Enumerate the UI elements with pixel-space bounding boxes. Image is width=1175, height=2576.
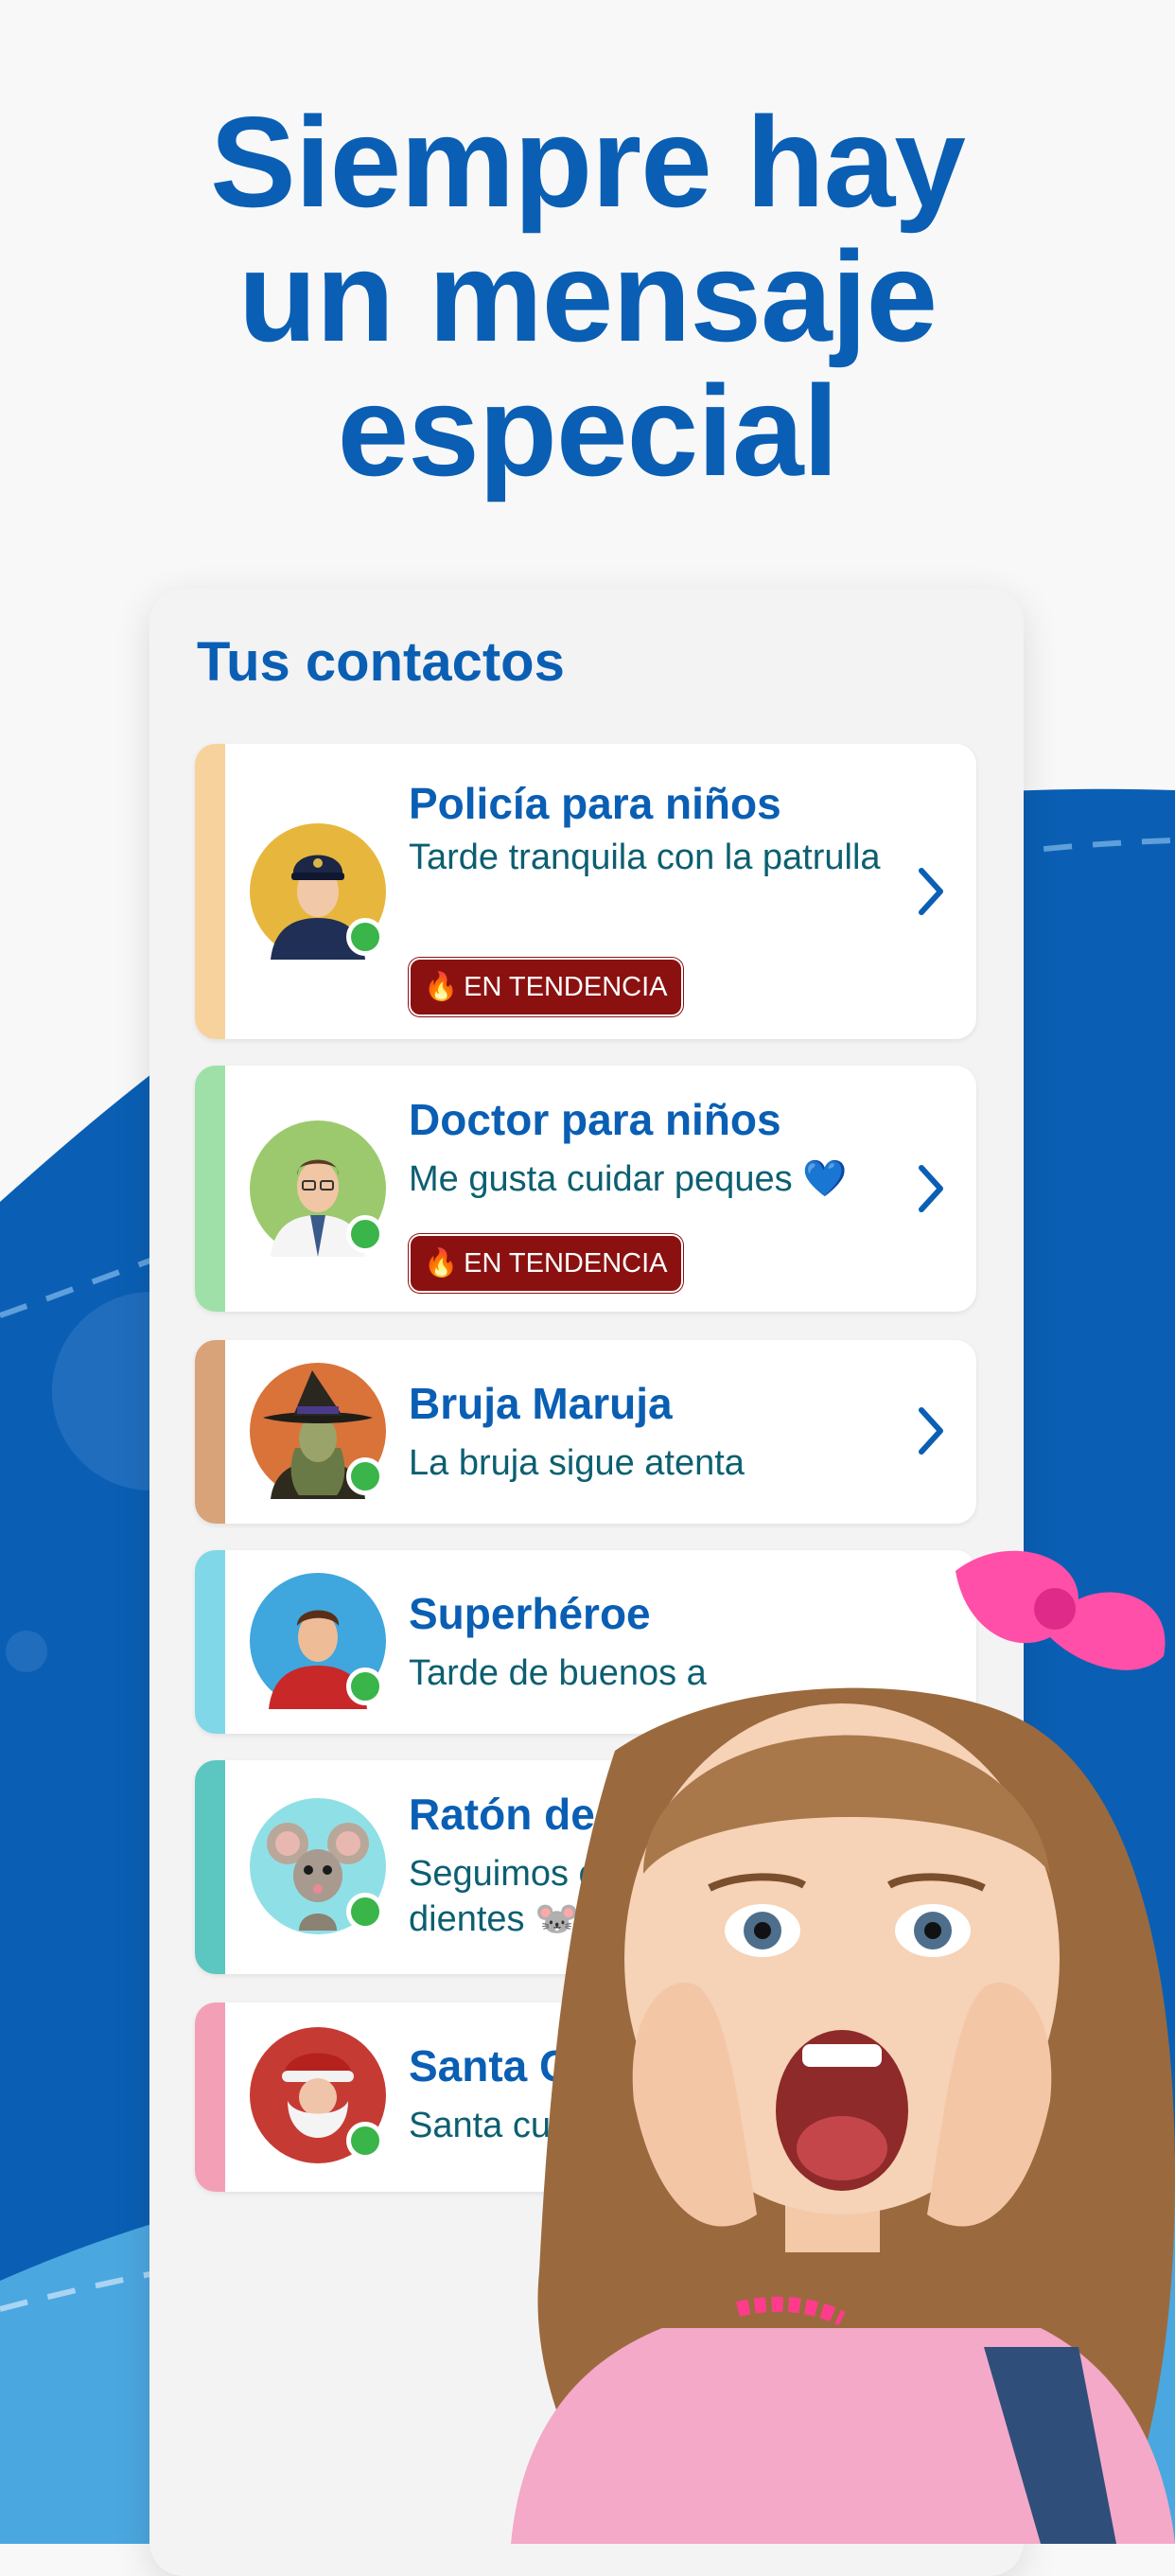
- fire-icon: 🔥: [424, 972, 459, 1002]
- contact-message: Me gusta cuidar peques 💙: [409, 1159, 848, 1199]
- badge-label: EN TENDENCIA: [464, 1248, 668, 1279]
- mouse-avatar: [250, 1798, 386, 1934]
- online-status-dot: [346, 2122, 384, 2160]
- contact-item-doctor[interactable]: Doctor para niños Me gusta cuidar peques…: [195, 1066, 976, 1312]
- online-status-dot: [346, 1215, 384, 1253]
- contact-accent-stripe: [195, 1760, 225, 1974]
- fire-icon: 🔥: [424, 1248, 459, 1279]
- online-status-dot: [346, 1457, 384, 1495]
- headline: Siempre hay un mensaje especial: [0, 95, 1175, 498]
- contact-item-witch[interactable]: Bruja Maruja La bruja sigue atenta: [195, 1340, 976, 1524]
- contact-name: Policía para niños: [409, 779, 781, 828]
- headline-line-1: Siempre hay: [210, 90, 966, 234]
- contact-message: Tarde tranquila con la patrulla: [409, 838, 881, 877]
- surprised-girl-photo: [511, 1550, 1175, 2544]
- online-status-dot: [346, 1893, 384, 1931]
- trending-badge: 🔥 EN TENDENCIA: [409, 1234, 683, 1293]
- chevron-right-icon[interactable]: [912, 1160, 950, 1217]
- santa-avatar: [250, 2027, 386, 2163]
- badge-label: EN TENDENCIA: [464, 972, 668, 1002]
- contacts-title: Tus contactos: [197, 631, 565, 693]
- online-status-dot: [346, 918, 384, 956]
- doctor-avatar: [250, 1120, 386, 1257]
- contact-accent-stripe: [195, 1066, 225, 1312]
- contact-accent-stripe: [195, 744, 225, 1039]
- contact-message: La bruja sigue atenta: [409, 1443, 745, 1483]
- contact-accent-stripe: [195, 1340, 225, 1524]
- headline-line-3: especial: [337, 359, 839, 503]
- witch-avatar: [250, 1363, 386, 1499]
- contact-accent-stripe: [195, 1550, 225, 1734]
- chevron-right-icon[interactable]: [912, 1403, 950, 1459]
- superhero-avatar: [250, 1573, 386, 1709]
- contact-accent-stripe: [195, 2003, 225, 2192]
- police-officer-avatar: [250, 823, 386, 960]
- headline-line-2: un mensaje: [237, 224, 938, 368]
- chevron-right-icon[interactable]: [912, 863, 950, 920]
- contact-name: Doctor para niños: [409, 1095, 781, 1144]
- contact-name: Bruja Maruja: [409, 1379, 673, 1428]
- online-status-dot: [346, 1667, 384, 1705]
- contact-item-police[interactable]: Policía para niños Tarde tranquila con l…: [195, 744, 976, 1039]
- trending-badge: 🔥 EN TENDENCIA: [409, 958, 683, 1016]
